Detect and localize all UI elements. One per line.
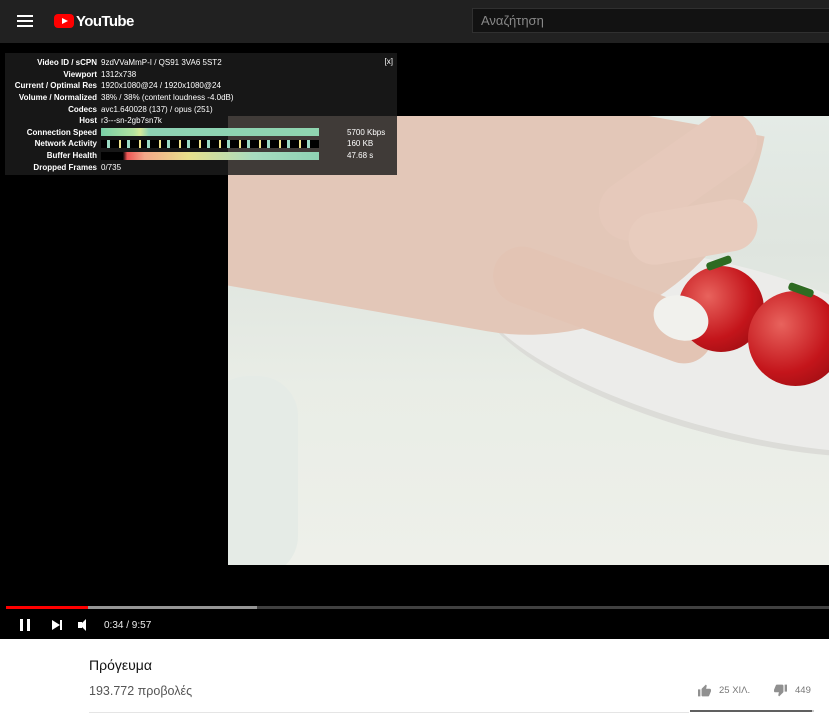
buffer-health-graph [101,151,319,160]
time-display: 0:34 / 9:57 [104,620,152,631]
logo-text: YouTube [76,12,134,30]
stats-row-connection-speed: Connection Speed 5700 Kbps [26,127,386,137]
volume-icon[interactable] [76,617,92,633]
stats-close-button[interactable]: [x] [385,57,393,66]
dislike-count: 449 [795,685,811,696]
stats-row-buffer-health: Buffer Health 47.68 s [46,151,374,161]
stats-for-nerds-panel: [x] Video ID / sCPN 9zdVVaMmP-I / QS91 3V… [5,53,397,175]
sentiment-bar [690,710,814,712]
youtube-logo[interactable]: YouTube [54,11,134,31]
player-controls: 0:34 / 9:57 [0,611,829,639]
stats-row-dropped-frames: Dropped Frames 0/735 [33,162,122,172]
thumb-up-icon [698,684,711,697]
video-player[interactable]: [x] Video ID / sCPN 9zdVVaMmP-I / QS91 3V… [0,43,829,639]
menu-icon[interactable] [14,12,36,30]
stats-row: Volume / Normalized 38% / 38% (content lo… [18,93,234,103]
stats-row: Video ID / sCPN 9zdVVaMmP-I / QS91 3VA6 5… [37,58,222,68]
video-info: Πρόγευμα 193.772 προβολές 25 ΧΙΛ. 449 [0,639,829,720]
next-icon[interactable] [50,617,66,633]
pause-icon[interactable] [17,617,33,633]
youtube-logo-icon [54,14,74,28]
dislike-button[interactable]: 449 [773,684,811,697]
progress-played [6,606,89,609]
stats-row: Host r3---sn-2gb7sn7k [79,116,162,126]
search-input[interactable] [481,13,821,28]
network-activity-graph [101,139,319,148]
connection-speed-graph [101,128,319,137]
search-box[interactable] [472,8,829,33]
thumb-down-icon [774,684,787,697]
stats-row: Current / Optimal Res 1920x1080@24 / 1920… [14,81,221,91]
masthead: YouTube [0,0,829,43]
video-title: Πρόγευμα [89,657,152,673]
stats-row: Viewport 1312x738 [63,69,137,79]
like-count: 25 ΧΙΛ. [719,685,751,696]
progress-bar[interactable] [6,606,829,609]
stats-row: Codecs avc1.640028 (137) / opus (251) [68,104,213,114]
sentiment-bar-fill [690,710,812,712]
like-button[interactable]: 25 ΧΙΛ. [697,684,750,697]
stats-row-network-activity: Network Activity 160 KB [34,139,374,149]
video-frame[interactable] [228,116,829,565]
divider [89,712,689,713]
view-count: 193.772 προβολές [89,684,193,698]
